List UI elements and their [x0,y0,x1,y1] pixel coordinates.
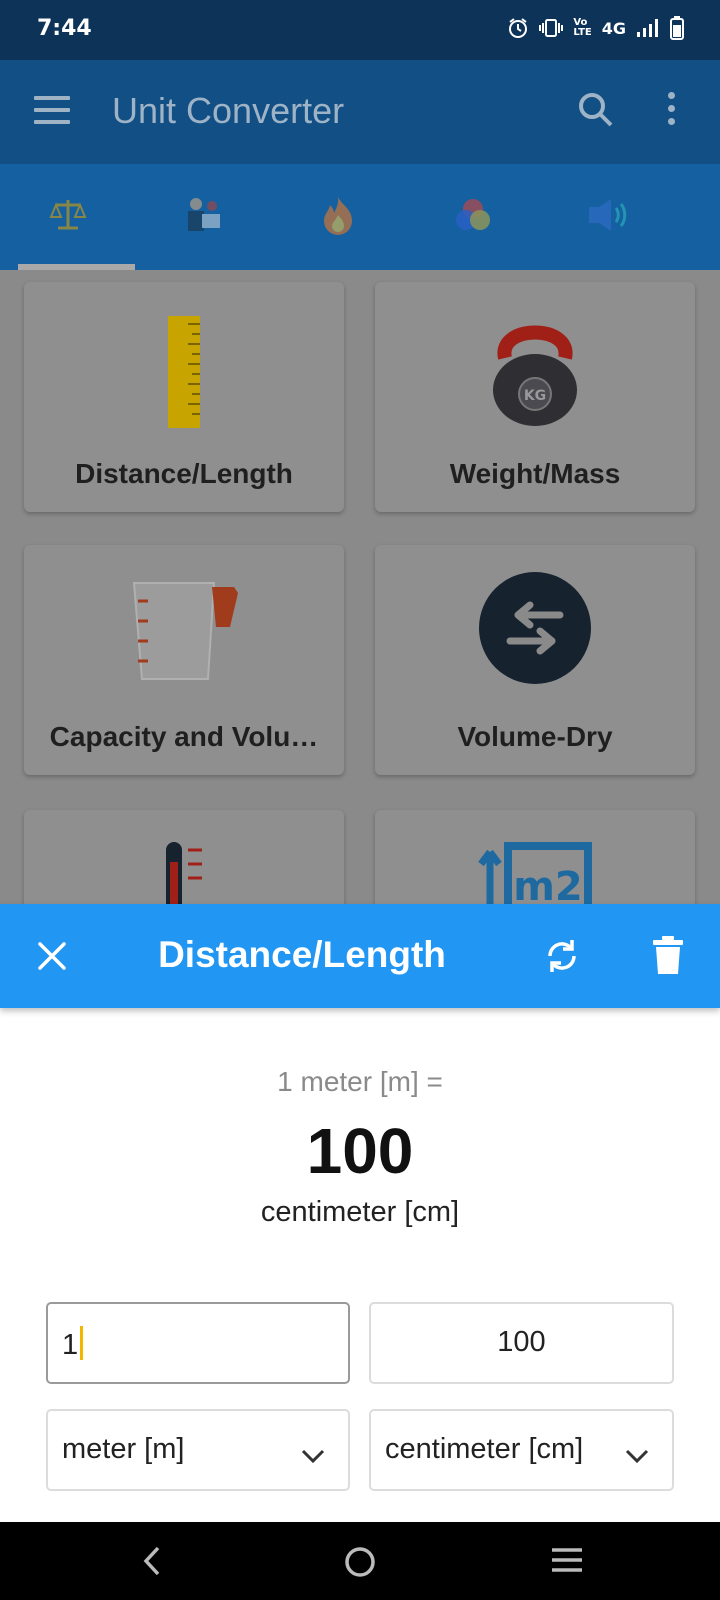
from-value-input[interactable]: 1 [46,1302,350,1384]
network-type: 4G [601,18,626,38]
to-unit-label: centimeter [cm] [385,1433,584,1465]
sheet-header: Distance/Length [0,904,720,1008]
category-label: Volume-Dry [457,721,613,752]
measuring-jug-icon [24,577,344,681]
tab-engineering[interactable] [135,164,270,270]
category-card[interactable]: KG Weight/Mass [375,282,695,512]
from-unit-select[interactable]: meter [m] [46,1409,350,1491]
svg-text:KG: KG [524,388,546,404]
category-tabs [0,164,720,270]
recents-icon[interactable] [550,1546,584,1574]
svg-text:m2: m2 [513,864,583,905]
trash-icon[interactable] [652,936,684,981]
battery-icon [670,16,684,40]
volte-icon: Vo LTE [573,17,592,38]
category-card[interactable]: Volume-Dry [375,545,695,775]
category-label: Capacity and Volu… [49,721,319,752]
from-value-text: 1 [62,1329,79,1361]
app-bar: Unit Converter [0,60,720,164]
ruler-icon [24,314,344,430]
fire-icon [320,195,356,240]
text-caret [80,1326,84,1360]
from-unit-label: meter [m] [62,1433,185,1465]
alarm-icon [507,17,529,39]
sheet-title: Distance/Length [158,934,446,975]
area-m2-icon: m2 [375,842,695,905]
signal-icon [636,18,660,38]
tab-heat[interactable] [270,164,405,270]
balance-scale-icon [48,195,88,240]
tab-common[interactable] [0,164,135,270]
home-icon[interactable] [344,1546,376,1578]
sound-icon [587,195,629,240]
status-bar: 7:44 Vo LTE 4G [0,0,720,60]
status-time: 7:44 [37,16,92,41]
swap-arrows-icon [375,572,695,685]
app-title: Unit Converter [112,90,345,131]
tab-light[interactable] [405,164,540,270]
category-card[interactable]: m2 [375,810,695,905]
converter-sheet: Distance/Length 1 meter [m] = 100 centim… [0,904,720,1522]
back-icon[interactable] [142,1546,162,1576]
engineering-icon [182,194,224,241]
category-label: Weight/Mass [449,458,621,489]
color-wheel-icon [453,195,493,240]
system-nav-bar [0,1522,720,1600]
status-icons: Vo LTE 4G [507,16,684,40]
more-options-icon[interactable] [668,92,676,131]
result-prefix: 1 meter [m] = [277,1066,443,1097]
vibrate-icon [539,18,564,38]
search-icon[interactable] [578,92,614,133]
category-label: Distance/Length [75,458,293,489]
refresh-icon[interactable] [542,936,582,981]
kettlebell-icon: KG [375,314,695,428]
to-value-text: 100 [497,1326,546,1358]
to-unit-select[interactable]: centimeter [cm] [369,1409,674,1491]
to-value-field[interactable]: 100 [369,1302,674,1384]
chevron-down-icon [300,1439,326,1472]
thermometer-icon [24,842,344,905]
tab-sound[interactable] [540,164,675,270]
category-card[interactable]: Distance/Length [24,282,344,512]
result-value: 100 [306,1115,414,1187]
category-card[interactable]: Capacity and Volu… [24,545,344,775]
category-card[interactable] [24,810,344,905]
result-unit: centimeter [cm] [260,1196,460,1228]
menu-icon[interactable] [34,96,70,126]
chevron-down-icon [624,1439,650,1472]
category-grid: Distance/Length KG Weight/Mass Capacity … [0,270,720,905]
